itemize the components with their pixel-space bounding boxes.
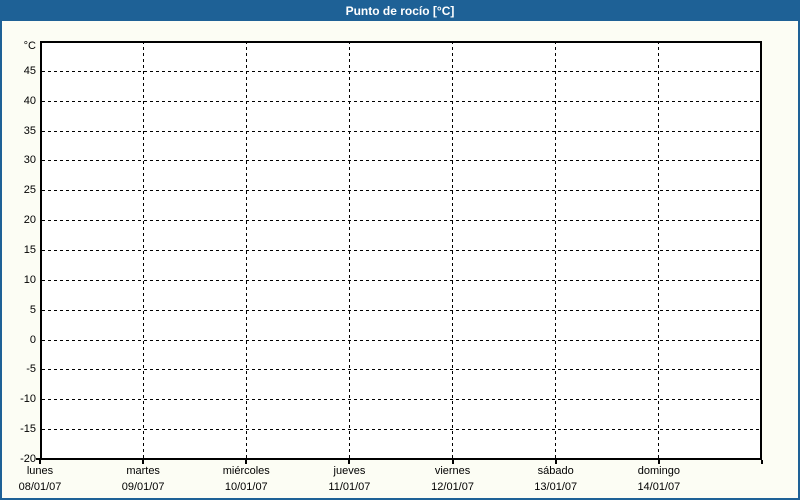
- title-bar: Punto de rocío [°C]: [2, 2, 798, 21]
- v-gridline: [142, 43, 144, 458]
- y-axis-label: -5: [26, 363, 36, 376]
- h-gridline: [42, 429, 760, 431]
- y-axis-label: -10: [20, 393, 36, 406]
- x-axis-day-label: lunes 08/01/07: [2, 464, 92, 495]
- y-axis-label: 20: [23, 214, 36, 227]
- h-gridline: [42, 279, 760, 281]
- x-axis-date: 08/01/07: [18, 481, 62, 493]
- x-axis-day-name: lunes: [26, 465, 54, 477]
- y-axis-label: 5: [29, 303, 36, 316]
- x-axis-day-name: miércoles: [222, 465, 270, 477]
- x-axis-day-label: jueves 11/01/07: [298, 464, 401, 495]
- h-gridline: [42, 70, 760, 72]
- x-axis-day-label: viernes 12/01/07: [401, 464, 504, 495]
- x-axis-date: 09/01/07: [121, 481, 165, 493]
- v-gridline: [348, 43, 350, 458]
- y-axis-unit-label: °C: [23, 40, 36, 52]
- y-axis-label: 45: [23, 64, 36, 77]
- x-axis-day-label: sábado 13/01/07: [504, 464, 607, 495]
- h-gridline: [42, 160, 760, 162]
- chart-window: Punto de rocío [°C] °C 45 40 35 30 25 20 15 10 5…: [0, 0, 800, 500]
- x-axis-day-label: domingo 14/01/07: [607, 464, 710, 495]
- x-axis-date: 14/01/07: [637, 481, 681, 493]
- x-axis-date: 13/01/07: [534, 481, 578, 493]
- y-axis-label: 30: [23, 154, 36, 167]
- x-axis-day-name: sábado: [537, 465, 574, 477]
- x-axis-day-label: martes 09/01/07: [92, 464, 195, 495]
- y-axis-label: 0: [29, 333, 36, 346]
- y-axis-label: 15: [23, 244, 36, 256]
- v-gridline: [452, 43, 454, 458]
- chart-title: Punto de rocío [°C]: [345, 4, 455, 18]
- h-gridline: [42, 250, 760, 251]
- h-gridline: [42, 100, 760, 102]
- h-gridline: [42, 399, 760, 401]
- h-gridline: [42, 309, 760, 311]
- y-axis-label: 25: [23, 184, 36, 197]
- h-gridline: [42, 220, 760, 222]
- x-axis-day-name: domingo: [637, 465, 680, 477]
- x-axis-day-name: viernes: [434, 465, 471, 477]
- y-axis-label: 35: [23, 124, 36, 137]
- x-axis-day-label: miércoles 10/01/07: [195, 464, 298, 495]
- h-gridline: [42, 339, 760, 341]
- x-axis-date: 10/01/07: [224, 481, 268, 493]
- v-gridline: [245, 43, 247, 458]
- v-gridline: [658, 43, 660, 458]
- y-axis-label: -15: [20, 423, 36, 436]
- h-gridline: [42, 130, 760, 132]
- h-gridline: [42, 369, 760, 371]
- x-axis-date: 11/01/07: [328, 481, 371, 493]
- x-axis-day-name: martes: [126, 465, 160, 477]
- y-axis-label: 10: [23, 273, 36, 286]
- v-gridline: [555, 43, 557, 458]
- x-axis-date: 12/01/07: [431, 481, 474, 493]
- y-axis-label: 40: [23, 94, 36, 107]
- x-axis-day-name: jueves: [333, 465, 366, 477]
- h-gridline: [42, 190, 760, 192]
- x-axis-tick: [761, 460, 763, 464]
